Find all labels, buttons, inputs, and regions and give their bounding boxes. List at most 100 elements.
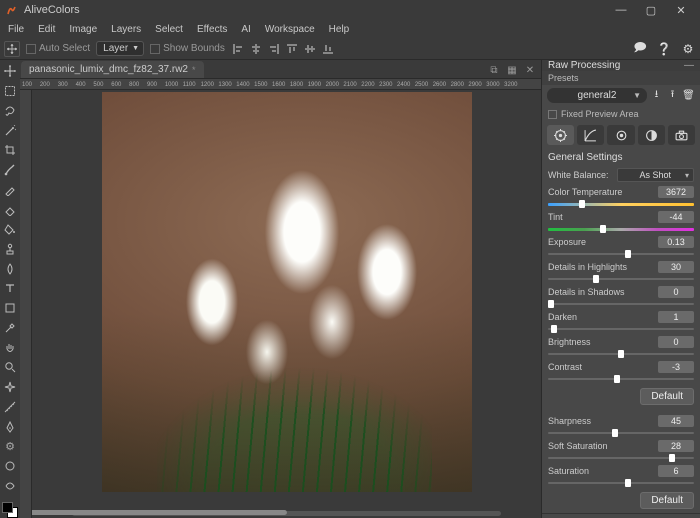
preset-delete-icon[interactable]: 🗑 (682, 89, 695, 102)
panel-title-bar: Raw Processing — (542, 60, 700, 71)
canvas[interactable] (32, 90, 541, 518)
preset-import-icon[interactable]: ⭳ (650, 89, 663, 102)
menu-workspace[interactable]: Workspace (263, 24, 317, 35)
details-highlights-slider[interactable] (548, 276, 694, 282)
align-center-h-icon[interactable] (249, 42, 263, 56)
window-maximize-button[interactable]: ▢ (636, 0, 666, 20)
white-balance-selector[interactable]: As Shot▾ (617, 168, 694, 182)
details-highlights-value[interactable]: 30 (658, 261, 694, 273)
zoom-tool-icon[interactable] (3, 360, 18, 375)
text-tool-icon[interactable] (3, 281, 18, 296)
soft-saturation-slider[interactable] (548, 455, 694, 461)
general-settings-header: General Settings (542, 149, 700, 166)
pencil-tool-icon[interactable] (3, 182, 18, 197)
eraser-tool-icon[interactable] (3, 202, 18, 217)
fill-tool-icon[interactable] (3, 222, 18, 237)
shape-tool-icon[interactable] (3, 301, 18, 316)
sparkle-tool-icon[interactable] (3, 380, 18, 395)
foreground-color-swatch[interactable] (2, 502, 13, 513)
document-tab-label: panasonic_lumix_dmc_fz82_37.rw2 (29, 64, 188, 75)
saturation-value[interactable]: 6 (658, 465, 694, 477)
vertical-ruler (20, 90, 32, 518)
menu-file[interactable]: File (6, 24, 26, 35)
brush-tool-icon[interactable] (3, 163, 18, 178)
exposure-value[interactable]: 0.13 (658, 236, 694, 248)
fixed-preview-checkbox[interactable]: Fixed Preview Area (542, 106, 700, 123)
details-shadows-value[interactable]: 0 (658, 286, 694, 298)
align-buttons (231, 42, 335, 56)
menu-image[interactable]: Image (67, 24, 99, 35)
contrast-value[interactable]: -3 (658, 361, 694, 373)
panel-collapse-icon[interactable]: — (684, 60, 694, 71)
hand-tool-icon[interactable] (3, 340, 18, 355)
pen-tool-icon[interactable] (3, 419, 18, 434)
mode-preview-icon[interactable] (607, 125, 634, 145)
notifications-icon[interactable]: 🗩 (632, 41, 648, 57)
lasso-tool-icon[interactable] (3, 103, 18, 118)
preset-selector[interactable]: general2▼ (547, 88, 647, 103)
rect-select-tool-icon[interactable] (3, 84, 18, 99)
menu-ai[interactable]: AI (239, 24, 252, 35)
exposure-slider[interactable] (548, 251, 694, 257)
details-shadows-slider[interactable] (548, 301, 694, 307)
default-button-2[interactable]: Default (640, 492, 694, 509)
move-tool-option-icon[interactable] (4, 41, 20, 57)
help-icon[interactable]: ❔ (656, 41, 672, 57)
sharpness-slider[interactable] (548, 430, 694, 436)
darken-value[interactable]: 1 (658, 311, 694, 323)
window-minimize-button[interactable]: — (606, 0, 636, 20)
sharpness-value[interactable]: 45 (658, 415, 694, 427)
app-title: AliveColors (24, 4, 80, 16)
align-left-icon[interactable] (231, 42, 245, 56)
brightness-value[interactable]: 0 (658, 336, 694, 348)
settings-gear-icon[interactable]: ⚙ (680, 41, 696, 57)
horizontal-scrollbar[interactable] (72, 511, 501, 516)
contrast-slider[interactable] (548, 376, 694, 382)
crop-tool-icon[interactable] (3, 143, 18, 158)
menu-select[interactable]: Select (153, 24, 185, 35)
measure-tool-icon[interactable] (3, 399, 18, 414)
soft-saturation-value[interactable]: 28 (658, 440, 694, 452)
menu-effects[interactable]: Effects (195, 24, 229, 35)
mode-contrast-icon[interactable] (638, 125, 665, 145)
color-temperature-value[interactable]: 3672 (658, 186, 694, 198)
mode-curves-icon[interactable] (577, 125, 604, 145)
stamp-tool-icon[interactable] (3, 242, 18, 257)
darken-slider[interactable] (548, 326, 694, 332)
gear-tool-icon[interactable]: ⚙ (3, 439, 18, 454)
tab-close-icon[interactable]: ✕ (523, 62, 537, 78)
color-swatches[interactable] (2, 502, 18, 518)
move-tool-icon[interactable] (3, 64, 18, 79)
default-button-1[interactable]: Default (640, 388, 694, 405)
eyedropper-tool-icon[interactable] (3, 321, 18, 336)
window-close-button[interactable]: ✕ (666, 0, 696, 20)
document-image (102, 92, 472, 492)
tint-value[interactable]: -44 (658, 211, 694, 223)
tint-slider[interactable] (548, 226, 694, 232)
tab-duplicate-icon[interactable]: ⧉ (487, 62, 501, 78)
color-temperature-slider[interactable] (548, 201, 694, 207)
align-center-v-icon[interactable] (303, 42, 317, 56)
mode-settings-icon[interactable] (547, 125, 574, 145)
magic-wand-tool-icon[interactable] (3, 123, 18, 138)
document-tabs: panasonic_lumix_dmc_fz82_37.rw2 * ⧉ ▦ ✕ (20, 60, 541, 78)
align-top-icon[interactable] (285, 42, 299, 56)
mode-camera-icon[interactable] (668, 125, 695, 145)
saturation-slider[interactable] (548, 480, 694, 486)
document-tab[interactable]: panasonic_lumix_dmc_fz82_37.rw2 * (21, 61, 204, 78)
auto-select-checkbox[interactable]: Auto Select (26, 43, 90, 54)
align-right-icon[interactable] (267, 42, 281, 56)
blur-tool-icon[interactable] (3, 261, 18, 276)
show-bounds-checkbox[interactable]: Show Bounds (150, 43, 225, 54)
layer-selector[interactable]: Layer▼ (96, 41, 144, 56)
brightness-slider[interactable] (548, 351, 694, 357)
tab-menu-icon[interactable]: ▦ (505, 62, 519, 78)
document-dirty-indicator: * (192, 65, 196, 75)
menu-help[interactable]: Help (327, 24, 352, 35)
menu-edit[interactable]: Edit (36, 24, 57, 35)
extra-tool-1-icon[interactable] (3, 459, 18, 474)
extra-tool-2-icon[interactable] (3, 478, 18, 493)
preset-export-icon[interactable]: ⭱ (666, 89, 679, 102)
align-bottom-icon[interactable] (321, 42, 335, 56)
menu-layers[interactable]: Layers (109, 24, 143, 35)
